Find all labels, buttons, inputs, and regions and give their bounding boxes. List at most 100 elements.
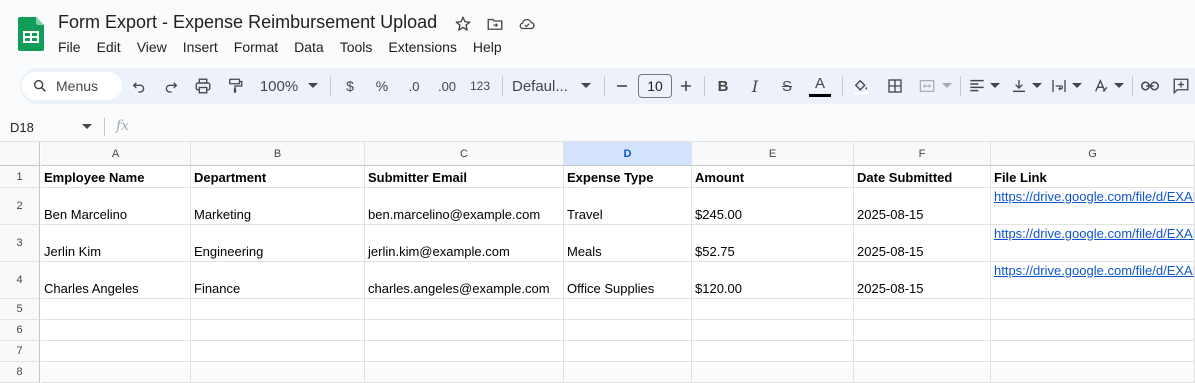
empty-cell[interactable] [564, 299, 692, 320]
column-header-c[interactable]: C [365, 142, 564, 166]
empty-cell[interactable] [991, 362, 1195, 383]
print-icon[interactable] [192, 68, 214, 104]
paint-format-icon[interactable] [224, 68, 246, 104]
undo-icon[interactable] [128, 68, 150, 104]
data-cell[interactable]: Marketing [191, 188, 365, 225]
header-cell[interactable]: Date Submitted [854, 166, 991, 188]
font-chevron-down-icon[interactable] [578, 68, 594, 104]
zoom-select[interactable]: 100% [255, 68, 303, 104]
empty-cell[interactable] [692, 341, 854, 362]
name-box[interactable]: D18 [10, 120, 34, 135]
menu-file[interactable]: File [50, 38, 89, 56]
row-header-4[interactable]: 4 [0, 262, 40, 299]
empty-cell[interactable] [692, 320, 854, 341]
empty-cell[interactable] [41, 299, 191, 320]
row-header-6[interactable]: 6 [0, 320, 40, 341]
empty-cell[interactable] [854, 362, 991, 383]
header-cell[interactable]: Employee Name [41, 166, 191, 188]
menu-view[interactable]: View [129, 38, 175, 56]
menu-data[interactable]: Data [286, 38, 332, 56]
bold-button[interactable]: B [712, 68, 734, 104]
column-header-g[interactable]: G [991, 142, 1195, 166]
empty-cell[interactable] [854, 341, 991, 362]
increase-decimal-button[interactable]: .00 [434, 68, 460, 104]
insert-comment-icon[interactable] [1170, 68, 1192, 104]
decrease-font-size-icon[interactable] [612, 68, 632, 104]
text-color-button[interactable]: A [806, 66, 834, 102]
data-cell[interactable]: Meals [564, 225, 692, 262]
font-family-select[interactable]: Defaul... [512, 68, 576, 104]
currency-button[interactable]: $ [340, 68, 360, 104]
empty-cell[interactable] [991, 320, 1195, 341]
halign-chevron-down-icon[interactable] [988, 68, 1002, 104]
menu-format[interactable]: Format [226, 38, 286, 56]
empty-cell[interactable] [41, 320, 191, 341]
number-format-button[interactable]: 123 [466, 68, 494, 104]
data-cell[interactable]: 2025-08-15 [854, 188, 991, 225]
data-cell[interactable]: charles.angeles@example.com [365, 262, 564, 299]
data-cell[interactable]: Engineering [191, 225, 365, 262]
row-header-3[interactable]: 3 [0, 225, 40, 262]
row-header-5[interactable]: 5 [0, 299, 40, 320]
row-header-7[interactable]: 7 [0, 341, 40, 362]
insert-link-icon[interactable] [1138, 68, 1162, 104]
column-header-a[interactable]: A [41, 142, 191, 166]
redo-icon[interactable] [160, 68, 182, 104]
empty-cell[interactable] [991, 341, 1195, 362]
row-header-1[interactable]: 1 [0, 166, 40, 188]
data-cell[interactable]: Ben Marcelino [41, 188, 191, 225]
header-cell[interactable]: Department [191, 166, 365, 188]
column-header-f[interactable]: F [854, 142, 991, 166]
header-cell[interactable]: Submitter Email [365, 166, 564, 188]
name-box-chevron-down-icon[interactable] [82, 124, 92, 130]
empty-cell[interactable] [365, 362, 564, 383]
file-link-cell[interactable]: https://drive.google.com/file/d/EXAMPLE3… [991, 262, 1195, 299]
data-cell[interactable]: $120.00 [692, 262, 854, 299]
document-title[interactable]: Form Export - Expense Reimbursement Uplo… [58, 12, 437, 33]
empty-cell[interactable] [365, 299, 564, 320]
star-icon[interactable] [453, 14, 473, 34]
column-header-e[interactable]: E [692, 142, 854, 166]
data-cell[interactable]: Jerlin Kim [41, 225, 191, 262]
data-cell[interactable]: 2025-08-15 [854, 225, 991, 262]
font-size-input[interactable]: 10 [638, 74, 672, 98]
zoom-chevron-down-icon[interactable] [305, 68, 321, 104]
empty-cell[interactable] [692, 362, 854, 383]
select-all-corner[interactable] [0, 142, 40, 166]
move-folder-icon[interactable] [485, 14, 505, 34]
empty-cell[interactable] [854, 299, 991, 320]
empty-cell[interactable] [692, 299, 854, 320]
empty-cell[interactable] [991, 299, 1195, 320]
menu-search[interactable]: Menus [22, 72, 122, 100]
menu-edit[interactable]: Edit [89, 38, 129, 56]
menu-tools[interactable]: Tools [332, 38, 381, 56]
row-header-8[interactable]: 8 [0, 362, 40, 383]
sheets-logo-icon[interactable] [18, 17, 44, 51]
empty-cell[interactable] [191, 341, 365, 362]
data-cell[interactable]: $245.00 [692, 188, 854, 225]
header-cell[interactable]: Expense Type [564, 166, 692, 188]
data-cell[interactable]: Finance [191, 262, 365, 299]
increase-font-size-icon[interactable] [676, 68, 696, 104]
data-cell[interactable]: Charles Angeles [41, 262, 191, 299]
data-cell[interactable]: Travel [564, 188, 692, 225]
valign-chevron-down-icon[interactable] [1030, 68, 1044, 104]
wrap-chevron-down-icon[interactable] [1070, 68, 1084, 104]
percent-button[interactable]: % [372, 68, 392, 104]
data-cell[interactable]: jerlin.kim@example.com [365, 225, 564, 262]
empty-cell[interactable] [365, 341, 564, 362]
empty-cell[interactable] [854, 320, 991, 341]
menu-insert[interactable]: Insert [175, 38, 226, 56]
formula-input[interactable] [140, 116, 1180, 138]
column-header-d[interactable]: D [564, 142, 692, 166]
empty-cell[interactable] [41, 362, 191, 383]
empty-cell[interactable] [191, 362, 365, 383]
header-cell[interactable]: File Link [991, 166, 1195, 188]
borders-icon[interactable] [884, 68, 906, 104]
text-wrapping-icon[interactable] [1048, 68, 1070, 104]
menu-help[interactable]: Help [465, 38, 510, 56]
empty-cell[interactable] [564, 341, 692, 362]
data-cell[interactable]: $52.75 [692, 225, 854, 262]
data-cell[interactable]: ben.marcelino@example.com [365, 188, 564, 225]
empty-cell[interactable] [191, 320, 365, 341]
